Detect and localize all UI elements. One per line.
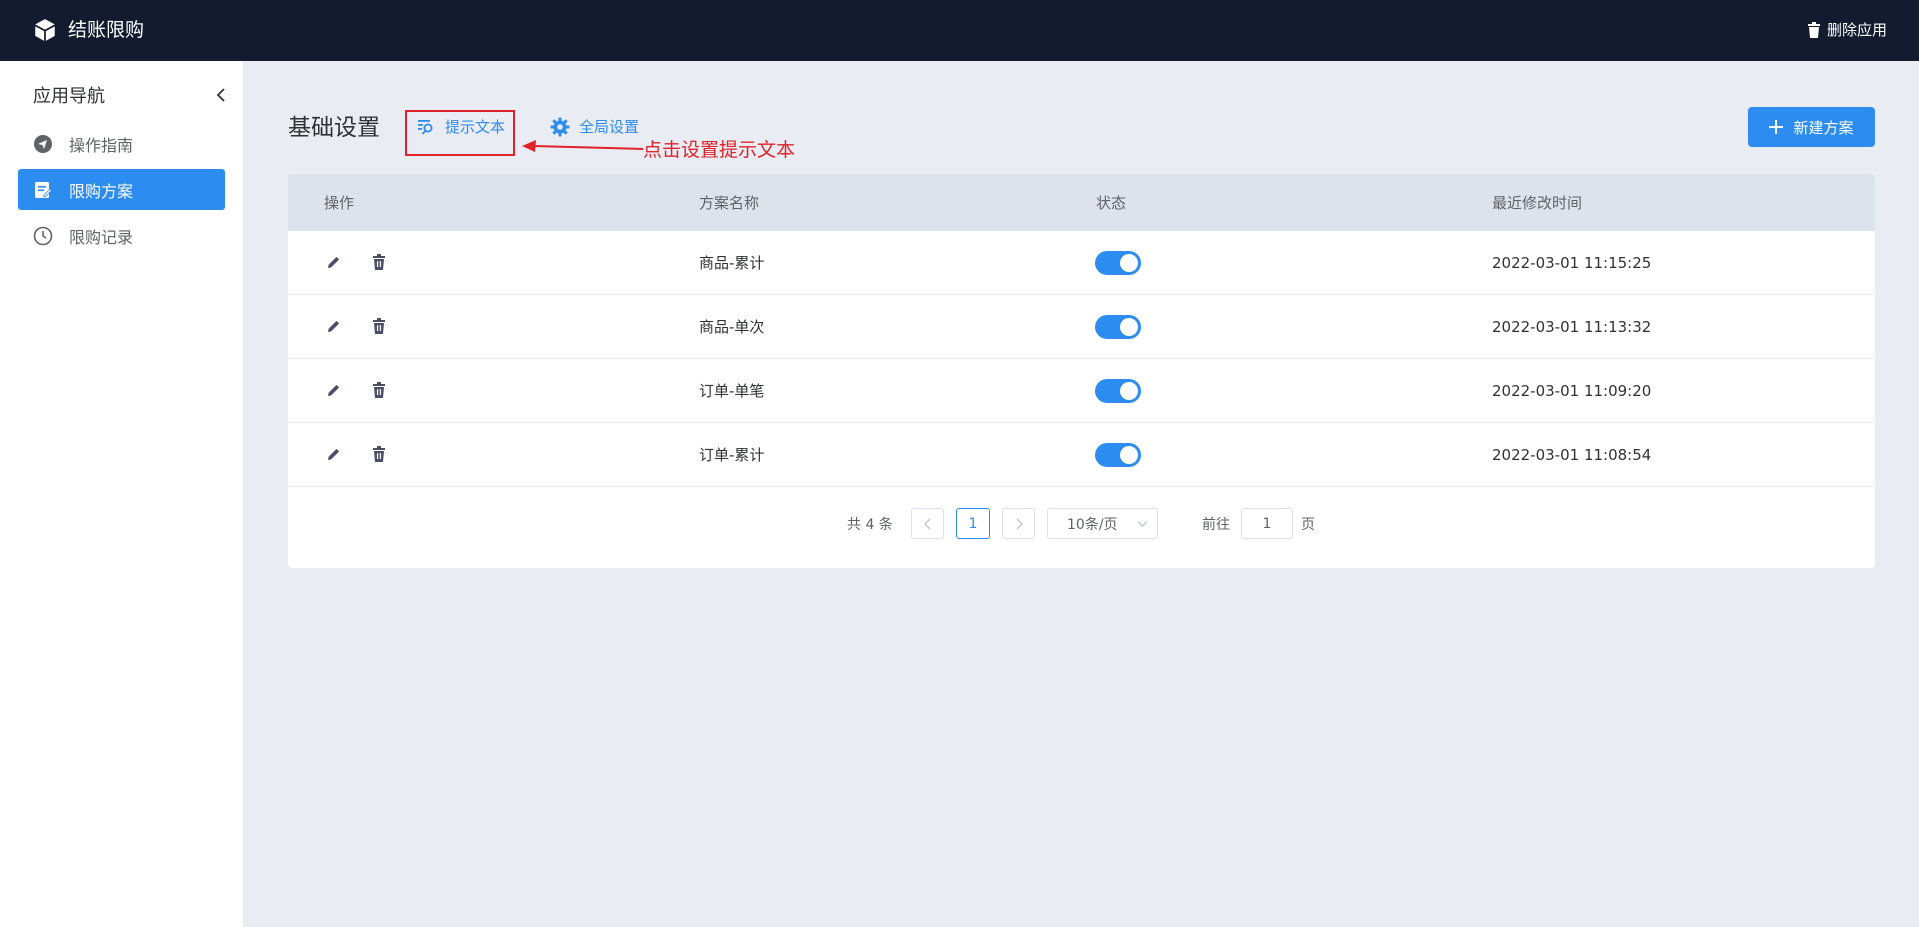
modified-time: 2022-03-01 11:13:32 bbox=[1492, 318, 1652, 336]
plans-table-card: 操作 方案名称 状态 最近修改时间 商品-累计 2022-03-01 11:15… bbox=[288, 174, 1875, 568]
delete-icon[interactable] bbox=[369, 380, 389, 400]
document-edit-icon bbox=[33, 180, 53, 200]
table-row: 订单-累计 2022-03-01 11:08:54 bbox=[288, 423, 1875, 487]
page-size-value: 10条/页 bbox=[1067, 516, 1118, 533]
toggle-knob bbox=[1120, 318, 1138, 336]
new-plan-button[interactable]: 新建方案 bbox=[1748, 107, 1875, 147]
status-toggle[interactable] bbox=[1095, 379, 1141, 403]
page-number-button[interactable]: 1 bbox=[956, 508, 990, 539]
edit-icon[interactable] bbox=[324, 444, 344, 464]
modified-time: 2022-03-01 11:09:20 bbox=[1492, 382, 1652, 400]
table-row: 商品-单次 2022-03-01 11:13:32 bbox=[288, 295, 1875, 359]
status-toggle[interactable] bbox=[1095, 315, 1141, 339]
app-title: 结账限购 bbox=[68, 19, 145, 41]
annotation-text: 点击设置提示文本 bbox=[643, 139, 796, 161]
tab-global-settings[interactable]: 全局设置 bbox=[550, 115, 639, 139]
chevron-down-icon bbox=[1137, 521, 1148, 527]
tab-label: 全局设置 bbox=[579, 118, 640, 136]
delete-icon[interactable] bbox=[369, 252, 389, 272]
toggle-knob bbox=[1120, 254, 1138, 272]
trash-icon bbox=[1807, 22, 1820, 38]
send-icon bbox=[33, 134, 53, 154]
sidebar-item-guide[interactable]: 操作指南 bbox=[18, 123, 225, 164]
goto-page-input[interactable]: 1 bbox=[1241, 508, 1293, 539]
edit-icon[interactable] bbox=[324, 380, 344, 400]
annotation-arrow bbox=[522, 140, 644, 152]
sidebar-title: 应用导航 bbox=[33, 86, 105, 107]
collapse-sidebar-icon[interactable] bbox=[212, 83, 230, 107]
delete-app-button[interactable]: 删除应用 bbox=[1807, 18, 1887, 42]
status-toggle[interactable] bbox=[1095, 251, 1141, 275]
delete-app-label: 删除应用 bbox=[1826, 21, 1887, 39]
goto-label: 前往 bbox=[1202, 517, 1230, 533]
page-size-select[interactable]: 10条/页 bbox=[1047, 508, 1158, 539]
plan-name: 订单-单笔 bbox=[699, 382, 765, 400]
column-header-actions: 操作 bbox=[324, 194, 355, 212]
sidebar-item-plans[interactable]: 限购方案 bbox=[18, 169, 225, 210]
top-bar: 结账限购 删除应用 bbox=[0, 0, 1919, 61]
table-row: 订单-单笔 2022-03-01 11:09:20 bbox=[288, 359, 1875, 423]
chevron-left-icon bbox=[923, 518, 930, 529]
table-header: 操作 方案名称 状态 最近修改时间 bbox=[288, 174, 1875, 231]
column-header-modified: 最近修改时间 bbox=[1492, 194, 1583, 212]
clock-icon bbox=[33, 226, 53, 246]
sidebar-item-label: 限购方案 bbox=[69, 181, 134, 201]
column-header-name: 方案名称 bbox=[699, 194, 760, 212]
toggle-knob bbox=[1120, 446, 1138, 464]
page-suffix-label: 页 bbox=[1301, 517, 1315, 533]
delete-icon[interactable] bbox=[369, 316, 389, 336]
edit-icon[interactable] bbox=[324, 316, 344, 336]
toggle-knob bbox=[1120, 382, 1138, 400]
sidebar-item-records[interactable]: 限购记录 bbox=[18, 215, 225, 256]
modified-time: 2022-03-01 11:08:54 bbox=[1492, 446, 1652, 464]
highlight-box bbox=[405, 110, 515, 156]
table-row: 商品-累计 2022-03-01 11:15:25 bbox=[288, 231, 1875, 295]
chevron-right-icon bbox=[1016, 518, 1023, 529]
sidebar-item-label: 限购记录 bbox=[69, 227, 134, 247]
gear-icon bbox=[550, 117, 570, 137]
status-toggle[interactable] bbox=[1095, 443, 1141, 467]
pagination: 共 4 条 1 10条/页 前往 1 页 bbox=[288, 508, 1875, 542]
sidebar: 应用导航 操作指南 限购方案 限购记录 bbox=[0, 61, 243, 927]
next-page-button[interactable] bbox=[1002, 508, 1035, 539]
edit-icon[interactable] bbox=[324, 252, 344, 272]
plus-icon bbox=[1769, 120, 1784, 134]
plan-name: 商品-单次 bbox=[699, 318, 765, 336]
new-plan-label: 新建方案 bbox=[1793, 118, 1854, 137]
plan-name: 订单-累计 bbox=[699, 446, 765, 464]
cube-logo-icon bbox=[35, 19, 55, 41]
plan-name: 商品-累计 bbox=[699, 254, 765, 272]
sidebar-item-label: 操作指南 bbox=[69, 135, 134, 155]
delete-icon[interactable] bbox=[369, 444, 389, 464]
total-count: 共 4 条 bbox=[847, 517, 893, 533]
page-title: 基础设置 bbox=[288, 115, 380, 141]
prev-page-button[interactable] bbox=[911, 508, 944, 539]
column-header-status: 状态 bbox=[1096, 194, 1127, 212]
modified-time: 2022-03-01 11:15:25 bbox=[1492, 254, 1652, 272]
